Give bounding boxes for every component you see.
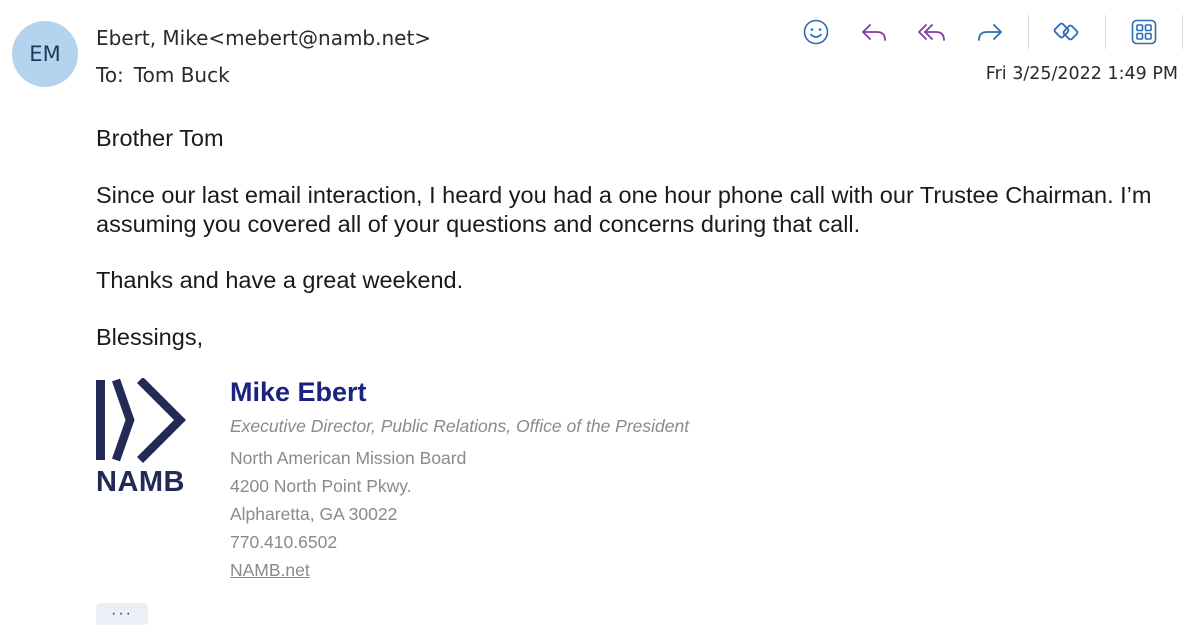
closing: Blessings, <box>96 324 204 350</box>
body-paragraph: Since our last email interaction, I hear… <box>96 182 1152 237</box>
signature-link-wrap: NAMB.net <box>230 560 310 581</box>
signature-street: 4200 North Point Pkwy. <box>230 476 412 496</box>
forward-icon <box>978 24 1002 41</box>
signature-name: Mike Ebert <box>230 377 367 407</box>
signature-city: Alpharetta, GA 30022 <box>230 504 398 524</box>
toolbar-divider <box>1028 15 1029 49</box>
body-paragraph: Thanks and have a great weekend. <box>96 267 464 293</box>
namb-logo-text: NAMB <box>96 466 185 498</box>
to-label: To: <box>96 63 124 87</box>
toolbar-divider <box>1182 15 1183 49</box>
recipient-name[interactable]: Tom Buck <box>134 63 230 87</box>
avatar: EM <box>12 21 78 87</box>
signature-link[interactable]: NAMB.net <box>230 560 310 580</box>
reply-button[interactable] <box>854 14 894 50</box>
loop-icon <box>1053 22 1079 41</box>
apps-icon <box>1131 19 1157 45</box>
emoji-button[interactable] <box>796 14 836 50</box>
forward-button[interactable] <box>970 14 1010 50</box>
reply-all-icon <box>918 24 945 41</box>
loop-button[interactable] <box>1047 14 1087 50</box>
show-quoted-text-button[interactable]: ··· <box>96 603 148 625</box>
recipient-line: To: Tom Buck <box>96 63 230 87</box>
message-toolbar <box>796 14 1200 50</box>
greeting: Brother Tom <box>96 125 224 151</box>
sender-line[interactable]: Ebert, Mike<mebert@namb.net> <box>96 26 431 50</box>
apps-button[interactable] <box>1124 14 1164 50</box>
emoji-icon <box>803 19 829 45</box>
signature-org: North American Mission Board <box>230 448 467 468</box>
signature-title: Executive Director, Public Relations, Of… <box>230 416 690 436</box>
avatar-initials: EM <box>29 42 61 66</box>
reply-all-button[interactable] <box>912 14 952 50</box>
reply-icon <box>862 24 886 41</box>
signature-phone[interactable]: 770.410.6502 <box>230 532 337 553</box>
sent-date: Fri 3/25/2022 1:49 PM <box>985 64 1178 84</box>
toolbar-divider <box>1105 15 1106 49</box>
